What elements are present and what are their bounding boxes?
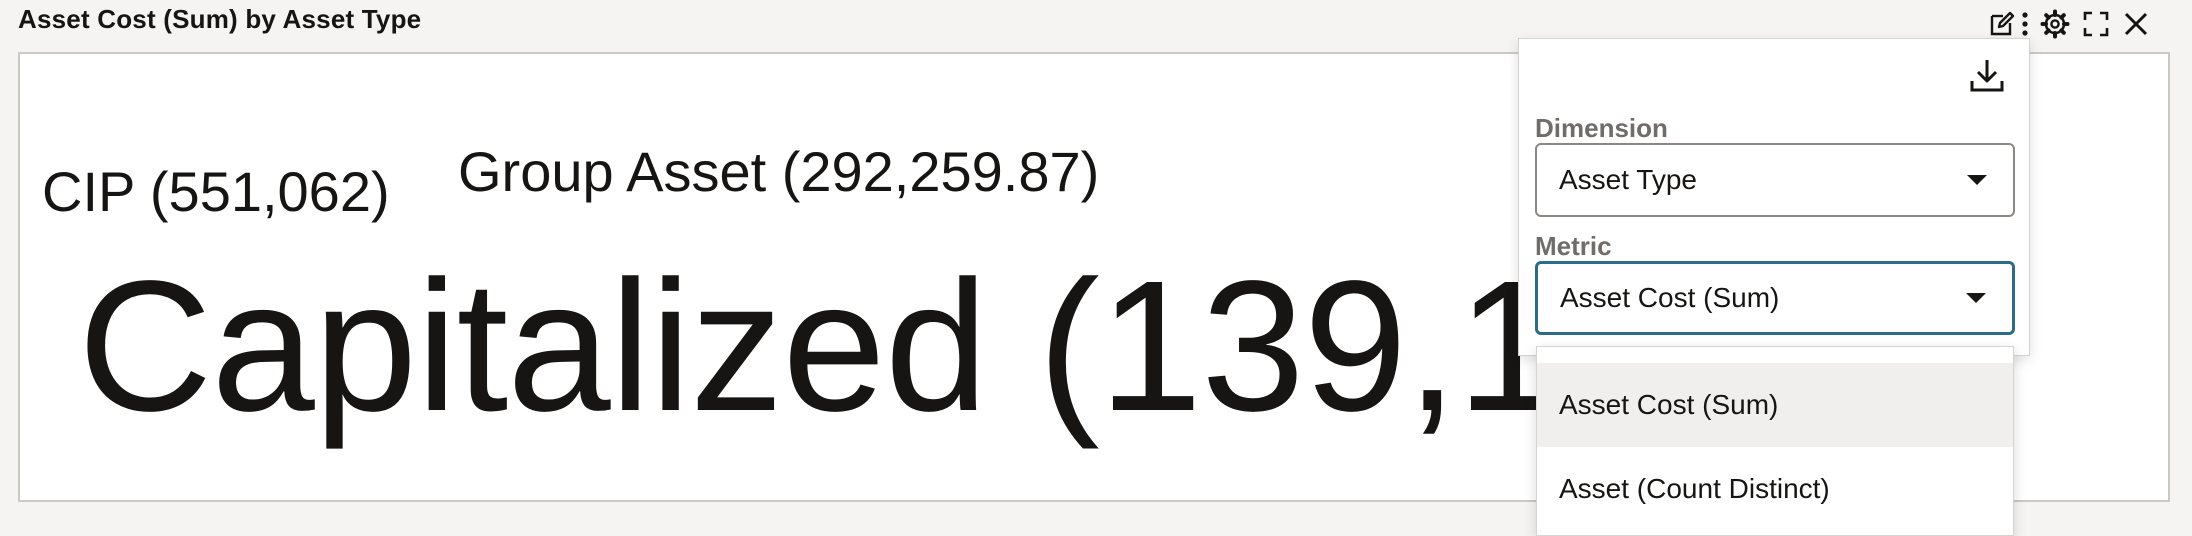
more-vertical-icon[interactable] <box>2016 8 2034 40</box>
metric-options-list: Asset Cost (Sum) Asset (Count Distinct) <box>1536 346 2014 536</box>
gear-icon[interactable] <box>2034 8 2076 40</box>
edit-icon[interactable] <box>1988 8 2016 40</box>
close-icon[interactable] <box>2116 8 2156 40</box>
chevron-down-icon <box>1967 175 1987 185</box>
metric-select[interactable]: Asset Cost (Sum) <box>1535 261 2015 335</box>
download-icon[interactable] <box>1969 57 2005 98</box>
visualization-settings-popover: Dimension Asset Type Metric Asset Cost (… <box>1518 38 2030 356</box>
fullscreen-icon[interactable] <box>2076 8 2116 40</box>
panel-toolbar <box>1988 8 2156 40</box>
metric-select-value: Asset Cost (Sum) <box>1560 282 1780 313</box>
chevron-down-icon <box>1966 293 1986 303</box>
dimension-label: Dimension <box>1535 113 1668 143</box>
metric-option-asset-count-distinct[interactable]: Asset (Count Distinct) <box>1537 447 2013 531</box>
panel-title: Asset Cost (Sum) by Asset Type <box>18 4 422 34</box>
tag-cip[interactable]: CIP (551,062) <box>42 164 390 220</box>
dimension-select-value: Asset Type <box>1559 164 1698 195</box>
metric-option-asset-cost-sum[interactable]: Asset Cost (Sum) <box>1537 363 2013 447</box>
tag-group-asset[interactable]: Group Asset (292,259.87) <box>458 144 1099 200</box>
metric-label: Metric <box>1535 231 1612 261</box>
dimension-select[interactable]: Asset Type <box>1535 143 2015 217</box>
